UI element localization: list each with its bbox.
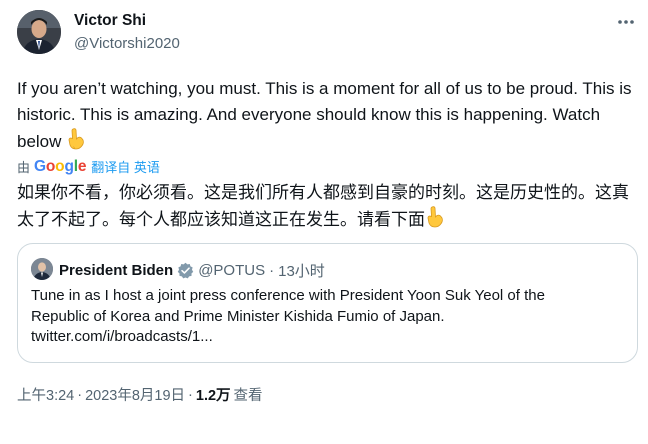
quote-time[interactable]: 13小时 xyxy=(278,260,325,281)
post-time[interactable]: 上午3:24 xyxy=(17,384,74,405)
more-icon xyxy=(618,20,634,24)
meta-separator: · xyxy=(77,386,83,403)
quote-author-handle[interactable]: @POTUS xyxy=(198,262,265,279)
meta-separator: · xyxy=(188,386,193,403)
translation-text: 如果你不看，你必须看。这是我们所有人都感到自豪的时刻。这是历史性的。这真太了不起… xyxy=(17,180,637,236)
avatar[interactable] xyxy=(17,10,61,54)
views-count: 1.2万 xyxy=(195,388,231,404)
views-label: 查看 xyxy=(233,388,263,404)
quote-avatar[interactable] xyxy=(31,258,53,280)
post-date[interactable]: 2023年8月19日 xyxy=(85,384,185,405)
author-name[interactable]: Victor Shi xyxy=(74,12,146,30)
translated-by: 由 Google 翻译自 英语 xyxy=(17,157,160,176)
author-handle[interactable]: @Victorshi2020 xyxy=(74,35,180,52)
quote-text: Tune in as I host a joint press conferen… xyxy=(31,286,627,348)
tweet-meta: 上午3:24 · 2023年8月19日 · 1.2万 查看 xyxy=(17,384,263,405)
quote-header: President Biden @POTUS · 13小时 xyxy=(59,260,325,281)
google-logo[interactable]: Google xyxy=(34,158,86,176)
quote-link[interactable]: twitter.com/i/broadcasts/1... xyxy=(31,327,627,348)
government-badge-icon xyxy=(177,262,194,279)
translation-body: 如果你不看，你必须看。这是我们所有人都感到自豪的时刻。这是历史性的。这真太了不起… xyxy=(17,183,629,229)
quote-author-name[interactable]: President Biden xyxy=(59,262,173,279)
translation-source-link[interactable]: 翻译自 英语 xyxy=(91,157,160,176)
quote-text-line: Tune in as I host a joint press conferen… xyxy=(31,287,545,304)
translated-by-prefix: 由 xyxy=(17,160,31,175)
quote-text-line: Republic of Korea and Prime Minister Kis… xyxy=(31,307,445,325)
more-options-button[interactable] xyxy=(614,10,638,34)
tweet-body: If you aren’t watching, you must. This i… xyxy=(17,79,632,151)
quote-separator: · xyxy=(269,262,275,279)
pointing-down-hand-icon xyxy=(425,206,445,236)
pointing-down-hand-icon xyxy=(66,128,86,158)
tweet-text: If you aren’t watching, you must. This i… xyxy=(17,76,637,158)
quoted-tweet[interactable]: President Biden @POTUS · 13小时 Tune in as… xyxy=(17,243,638,363)
